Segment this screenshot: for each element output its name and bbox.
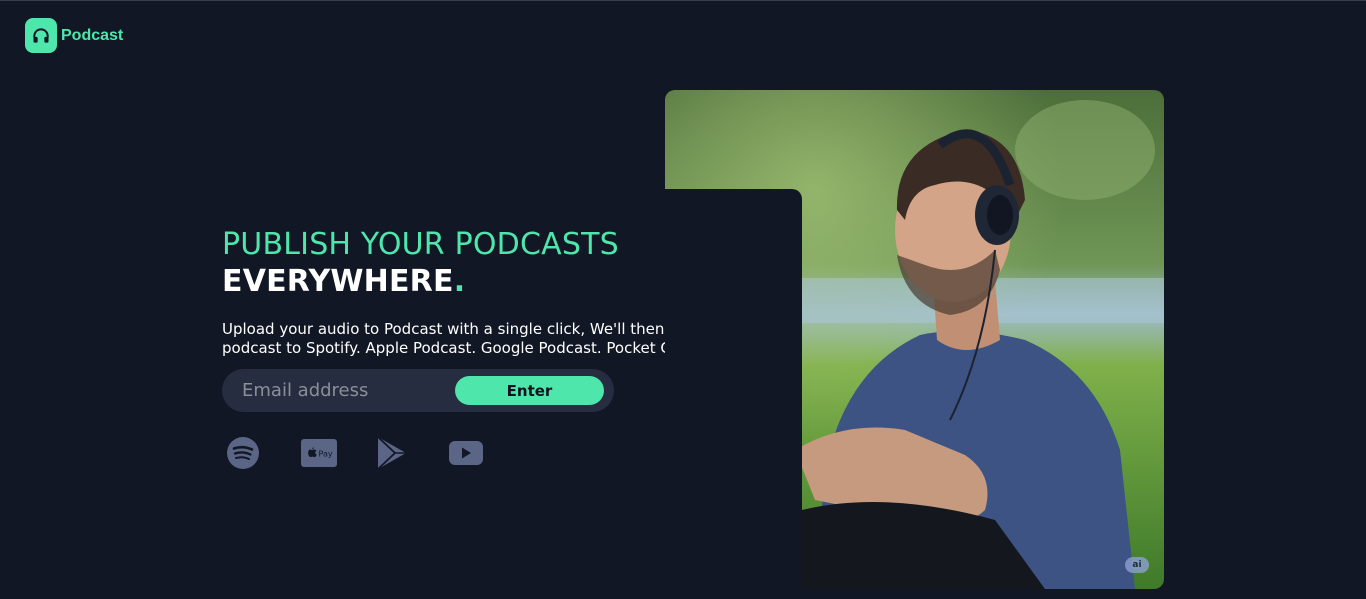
google-play-icon — [377, 436, 406, 470]
headline-word: EVERYWHERE — [222, 264, 454, 299]
youtube-link[interactable] — [448, 433, 522, 473]
apple-pay-label: Pay — [319, 450, 333, 459]
image-cutout — [665, 189, 802, 599]
headphones-icon — [25, 18, 57, 53]
top-border — [0, 0, 1366, 1]
email-input[interactable] — [242, 369, 462, 412]
brand-logo[interactable]: Podcast — [25, 18, 123, 53]
email-signup-form: Enter — [222, 369, 614, 412]
apple-pay-icon: Pay — [301, 439, 337, 467]
headline-dot: . — [453, 264, 466, 299]
apple-podcast-link[interactable]: Pay — [300, 433, 374, 473]
enter-button[interactable]: Enter — [455, 376, 604, 405]
platform-links: Pay — [226, 433, 522, 473]
brand-name: Podcast — [61, 26, 124, 44]
youtube-icon — [449, 441, 483, 465]
spotify-icon — [227, 437, 259, 469]
spotify-link[interactable] — [226, 433, 300, 473]
google-play-link[interactable] — [374, 433, 448, 473]
ai-badge: ai — [1125, 557, 1149, 573]
